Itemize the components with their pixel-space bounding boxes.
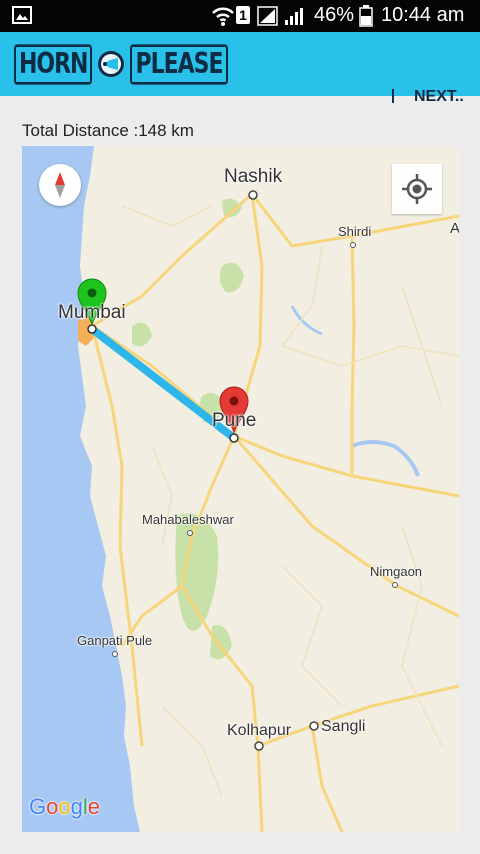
sangli-dot <box>309 721 319 731</box>
logo-word-please: PLEASE <box>130 43 228 85</box>
horn-icon <box>98 51 125 77</box>
mahabaleshwar-dot <box>187 530 193 536</box>
map-label-shirdi: Shirdi <box>338 224 372 239</box>
google-letter: o <box>58 794 71 819</box>
map-label-mumbai: Mumbai <box>58 302 126 323</box>
map-label-ganpati-pule: Ganpati Pule <box>77 633 153 648</box>
my-location-icon <box>402 174 432 204</box>
clock: 10:44 am <box>381 4 465 26</box>
nimgaon-dot <box>392 582 398 588</box>
horn-please-logo: HORN PLEASE <box>14 43 228 85</box>
app-bar-divider <box>392 89 394 103</box>
sim-slot-badge: 1 <box>236 6 250 24</box>
battery-percent: 46% <box>314 4 355 26</box>
total-distance-label: Total Distance :148 km <box>22 121 194 140</box>
google-letter: e <box>87 794 101 819</box>
shirdi-dot <box>350 242 356 248</box>
next-button[interactable]: NEXT.. <box>414 88 464 106</box>
compass-button[interactable] <box>39 164 81 206</box>
google-letter: o <box>46 794 59 819</box>
map-label-edge-a: A <box>450 220 459 237</box>
wifi-icon <box>212 7 234 26</box>
ganpati-pule-dot <box>112 651 118 657</box>
app-bar: HORN PLEASE NEXT.. <box>0 32 480 105</box>
nashik-dot <box>248 190 258 200</box>
map-label-nashik: Nashik <box>224 166 283 187</box>
battery-icon <box>359 5 373 27</box>
map-label-sangli: Sangli <box>321 718 366 735</box>
map-label-kolhapur: Kolhapur <box>227 722 292 739</box>
gallery-notification-icon <box>12 6 32 24</box>
google-logo: Google <box>29 794 100 820</box>
compass-icon <box>55 172 65 198</box>
logo-word-horn: HORN <box>14 43 93 85</box>
signal-strength-icon <box>285 8 303 25</box>
map-label-nimgaon: Nimgaon <box>370 564 423 579</box>
map-label-pune: Pune <box>212 410 257 431</box>
map-label-mahabaleshwar: Mahabaleshwar <box>142 512 234 527</box>
status-bar: 1 46% 10:44 am <box>0 0 480 32</box>
google-letter: g <box>70 794 83 819</box>
signal-strength-icon <box>257 6 278 26</box>
route-map[interactable]: Nashik Shirdi A Mumbai Pune Mahabaleshwa… <box>22 146 459 832</box>
kolhapur-dot <box>254 741 264 751</box>
my-location-button[interactable] <box>392 164 442 214</box>
google-letter: G <box>29 794 47 819</box>
